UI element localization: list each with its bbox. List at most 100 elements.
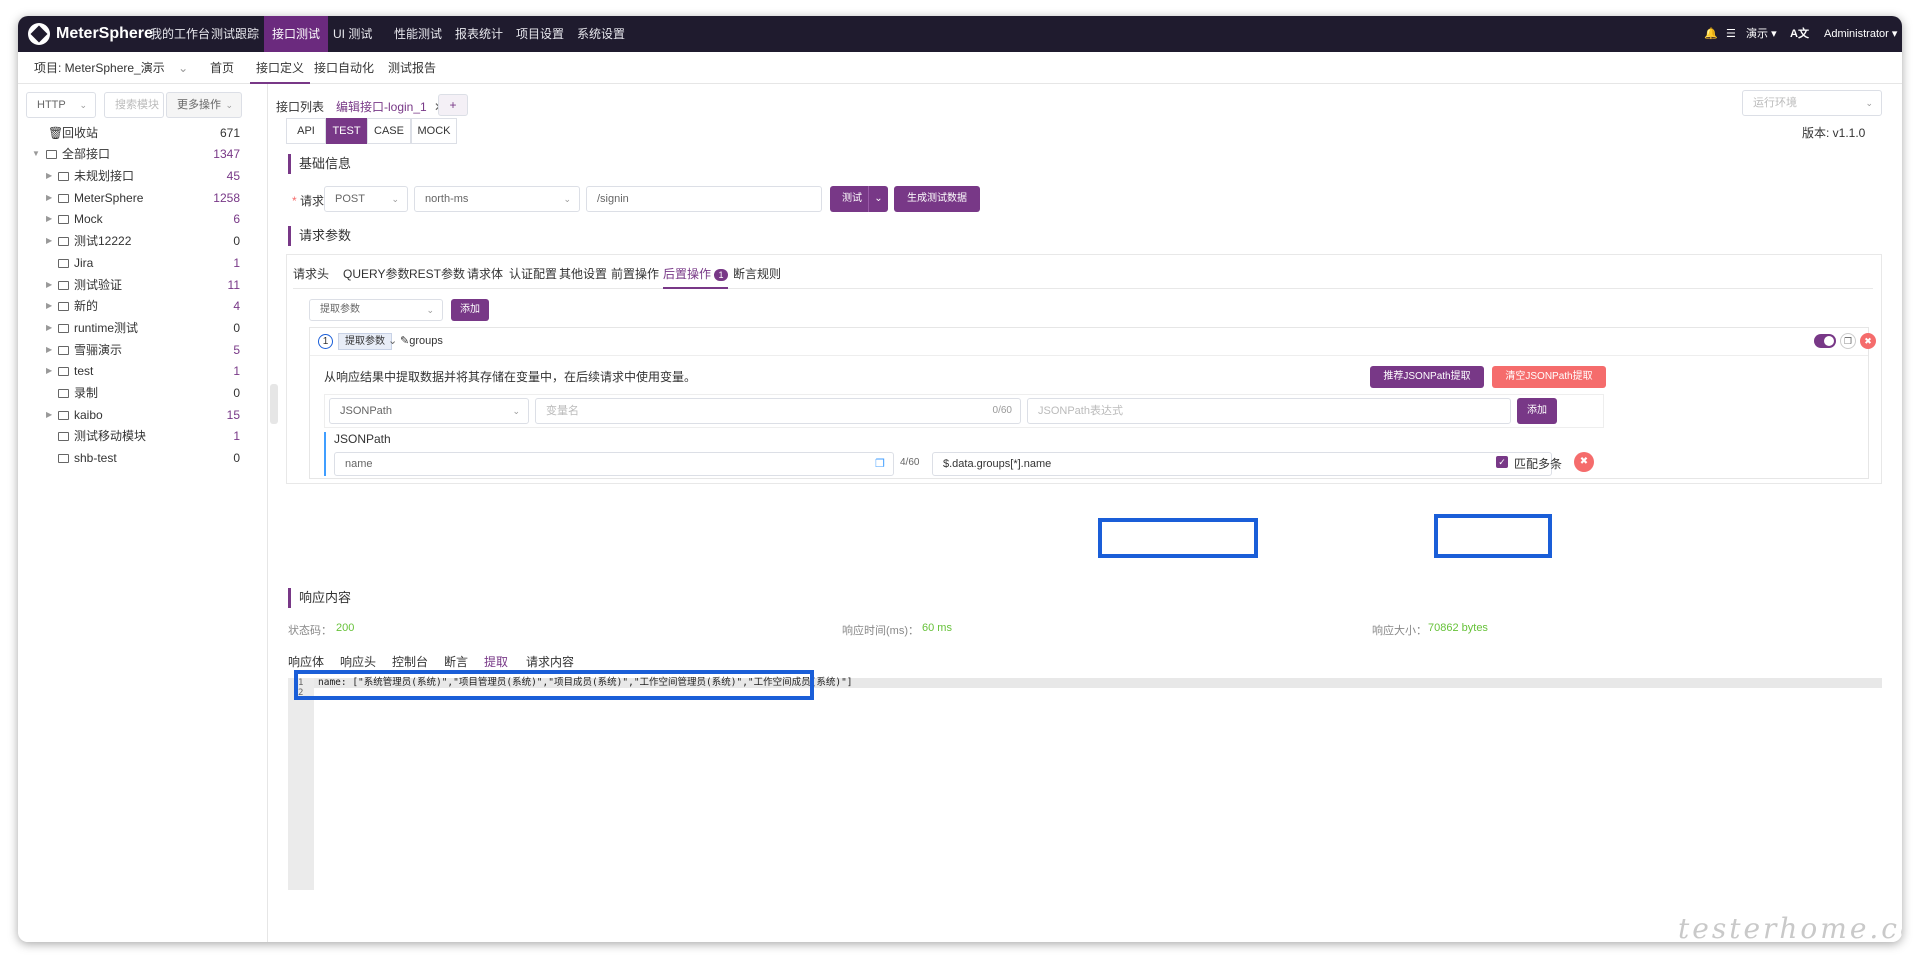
tree-item[interactable]: ▶ Mock 6 xyxy=(18,208,246,230)
mode-case[interactable]: CASE xyxy=(367,118,411,144)
tab-response-headers[interactable]: 响应头 xyxy=(340,652,376,672)
variable-name-input[interactable]: 变量名 0/60 xyxy=(535,398,1021,424)
tab-pre-ops[interactable]: 前置操作 xyxy=(611,259,659,289)
tree-item[interactable]: Jira 1 xyxy=(18,252,246,274)
tree-item[interactable]: ▶ 测试验证 11 xyxy=(18,274,246,296)
brand-logo[interactable]: MeterSphere xyxy=(28,22,153,46)
tab-extract-result[interactable]: 提取 xyxy=(484,652,509,672)
post-op-select[interactable]: 提取参数 ⌄ xyxy=(309,299,443,321)
extract-jsonpath-input[interactable]: $.data.groups[*].name xyxy=(932,452,1552,476)
module-search-input[interactable]: 搜索模块 xyxy=(104,92,164,118)
tab-other-settings[interactable]: 其他设置 xyxy=(559,259,607,289)
tab-headers[interactable]: 请求头 xyxy=(293,259,329,289)
chevron-down-icon[interactable]: ⌄ xyxy=(868,186,888,212)
user-menu[interactable]: Administrator ▾ xyxy=(1824,16,1897,52)
protocol-select[interactable]: HTTP ⌄ xyxy=(26,92,96,118)
tree-item[interactable]: shb-test 0 xyxy=(18,447,246,469)
nav-system-settings[interactable]: 系统设置 xyxy=(569,16,633,52)
module-tree-sidebar: HTTP ⌄ 搜索模块 更多操作 ⌄ 🗑 回收站 671 ▼ 全部接口 1347 ▶… xyxy=(18,84,268,942)
mode-mock[interactable]: MOCK xyxy=(411,118,457,144)
recommend-jsonpath-button[interactable]: 推荐JSONPath提取 xyxy=(1370,366,1484,388)
tree-item[interactable]: 录制 0 xyxy=(18,382,246,404)
nav-ui-test[interactable]: UI 测试 xyxy=(325,16,380,52)
tree-item[interactable]: ▶ 未规划接口 45 xyxy=(18,165,246,187)
tree-item[interactable]: ▶ test 1 xyxy=(18,360,246,382)
delete-icon[interactable]: ✖ xyxy=(1574,452,1594,472)
tab-response-body[interactable]: 响应体 xyxy=(288,652,324,672)
tab-console[interactable]: 控制台 xyxy=(392,652,428,672)
collapse-handle[interactable] xyxy=(270,384,278,424)
tab-api-definition[interactable]: 接口定义 xyxy=(250,52,311,84)
add-tab-button[interactable]: + xyxy=(438,94,468,116)
task-list-icon[interactable]: ☰ xyxy=(1726,16,1736,52)
project-switch[interactable]: 项目: MeterSphere_演示 ⌄ xyxy=(34,52,188,84)
bell-icon[interactable]: 🔔 xyxy=(1704,16,1718,52)
extract-var-name-input[interactable]: name ❐ xyxy=(334,452,894,476)
match-multiple-checkbox[interactable]: ✓ xyxy=(1496,456,1508,468)
tree-item[interactable]: ▶ 雪骊演示 5 xyxy=(18,339,246,361)
path-input[interactable]: /signin xyxy=(586,186,822,212)
delete-icon[interactable]: ✖ xyxy=(1860,333,1876,349)
copy-icon[interactable]: ❐ xyxy=(1840,333,1856,349)
tab-body[interactable]: 请求体 xyxy=(467,259,503,289)
tab-api-automation[interactable]: 接口自动化 xyxy=(314,52,374,84)
mode-api[interactable]: API xyxy=(286,118,326,144)
tree-item[interactable]: ▶ 测试12222 0 xyxy=(18,230,246,252)
tab-edit-api[interactable]: 编辑接口-login_1 ✕ xyxy=(336,94,445,120)
env-host-select[interactable]: north-ms ⌄ xyxy=(414,186,580,212)
tree-item-all[interactable]: ▼ 全部接口 1347 xyxy=(18,143,246,165)
tree-item[interactable]: ▶ 新的 4 xyxy=(18,295,246,317)
jsonpath-expression-input[interactable]: JSONPath表达式 xyxy=(1027,398,1511,424)
generate-test-data-button[interactable]: 生成测试数据 xyxy=(894,186,980,212)
caret-right-icon[interactable]: ▶ xyxy=(46,230,52,252)
params-tabs: 请求头 QUERY参数 REST参数 请求体 认证配置 其他设置 前置操作 后置… xyxy=(293,259,1873,289)
copy-icon[interactable]: ❐ xyxy=(875,453,885,475)
nav-report-stats[interactable]: 报表统计 xyxy=(447,16,511,52)
chevron-down-icon[interactable]: ⌄ xyxy=(388,334,397,347)
caret-right-icon[interactable]: ▶ xyxy=(46,187,52,209)
tab-assertions[interactable]: 断言规则 xyxy=(733,259,781,289)
caret-right-icon[interactable]: ▶ xyxy=(46,404,52,426)
nav-project-settings[interactable]: 项目设置 xyxy=(508,16,572,52)
extract-type-select[interactable]: JSONPath ⌄ xyxy=(329,398,529,424)
test-button[interactable]: 测试 ⌄ xyxy=(830,186,888,212)
method-select[interactable]: POST ⌄ xyxy=(324,186,408,212)
extract-name[interactable]: ✎groups xyxy=(400,334,443,347)
tab-request-content[interactable]: 请求内容 xyxy=(526,652,574,672)
caret-right-icon[interactable]: ▶ xyxy=(46,165,52,187)
language-icon[interactable]: A文 xyxy=(1790,16,1809,52)
tree-item[interactable]: ▶ kaibo 15 xyxy=(18,404,246,426)
response-editor[interactable]: 1 2 name: ["系统管理员(系统)","项目管理员(系统)","项目成员… xyxy=(288,678,1882,890)
caret-right-icon[interactable]: ▶ xyxy=(46,295,52,317)
tree-item-label: kaibo xyxy=(74,407,103,422)
tab-auth[interactable]: 认证配置 xyxy=(509,259,557,289)
tab-test-report[interactable]: 测试报告 xyxy=(388,52,436,84)
nav-test-track[interactable]: 测试跟踪 xyxy=(203,16,267,52)
nav-api-test[interactable]: 接口测试 xyxy=(264,16,329,52)
workspace-switch[interactable]: 演示 ▾ xyxy=(1746,16,1777,52)
tab-assertion-result[interactable]: 断言 xyxy=(444,652,468,672)
tree-item[interactable]: 测试移动模块 1 xyxy=(18,425,246,447)
tree-item[interactable]: ▶ runtime测试 0 xyxy=(18,317,246,339)
enable-toggle[interactable] xyxy=(1814,334,1836,348)
tree-item[interactable]: ▶ MeterSphere 1258 xyxy=(18,187,246,209)
clear-jsonpath-button[interactable]: 清空JSONPath提取 xyxy=(1492,366,1606,388)
tree-item-trash[interactable]: 🗑 回收站 671 xyxy=(18,122,246,144)
caret-right-icon[interactable]: ▶ xyxy=(46,360,52,382)
caret-right-icon[interactable]: ▶ xyxy=(46,339,52,361)
mode-test[interactable]: TEST xyxy=(326,118,367,144)
add-extract-button[interactable]: 添加 xyxy=(1517,398,1557,424)
add-post-op-button[interactable]: 添加 xyxy=(451,299,489,321)
tab-query[interactable]: QUERY参数 xyxy=(343,259,409,289)
caret-right-icon[interactable]: ▶ xyxy=(46,274,52,296)
tab-api-list[interactable]: 接口列表 xyxy=(276,94,324,120)
env-select[interactable]: 运行环境 ⌄ xyxy=(1742,90,1882,116)
more-actions-dropdown[interactable]: 更多操作 ⌄ xyxy=(166,92,242,118)
tree-item-label: Mock xyxy=(74,212,103,227)
caret-right-icon[interactable]: ▶ xyxy=(46,208,52,230)
tab-post-ops[interactable]: 后置操作 1 xyxy=(663,259,729,289)
tab-home[interactable]: 首页 xyxy=(210,52,234,84)
tab-rest[interactable]: REST参数 xyxy=(409,259,465,289)
caret-right-icon[interactable]: ▶ xyxy=(46,317,52,339)
nav-performance-test[interactable]: 性能测试 xyxy=(386,16,450,52)
